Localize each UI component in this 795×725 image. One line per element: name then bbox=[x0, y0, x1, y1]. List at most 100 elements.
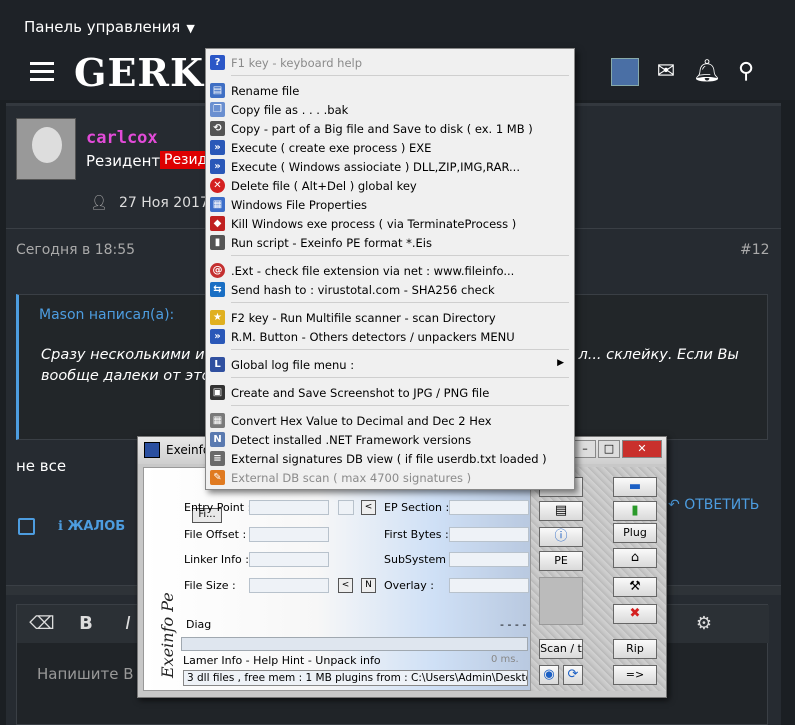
menu-item-multifile-scanner[interactable]: ★ F2 key - Run Multifile scanner - scan D… bbox=[206, 308, 574, 327]
scan-time: 0 ms. bbox=[491, 654, 519, 665]
subsystem-field[interactable] bbox=[449, 552, 529, 567]
post-username[interactable]: carlcox bbox=[86, 128, 158, 148]
user-icon: 👤︎ bbox=[90, 195, 108, 211]
hint-text[interactable]: Lamer Info - Help Hint - Unpack info bbox=[183, 654, 381, 667]
window-title: Exeinfo bbox=[166, 443, 211, 457]
file-size-prev-button[interactable]: < bbox=[338, 578, 353, 593]
file-offset-field[interactable] bbox=[249, 527, 329, 542]
scan-button[interactable]: Scan / t bbox=[539, 639, 583, 659]
next-button[interactable]: => bbox=[613, 665, 657, 685]
info-circle-icon[interactable]: ⓘ bbox=[539, 527, 583, 547]
menu-item-label: External DB scan ( max 4700 signatures ) bbox=[231, 471, 472, 485]
log-icon: L bbox=[210, 357, 225, 372]
menu-item-delete-file[interactable]: ✕ Delete file ( Alt+Del ) global key bbox=[206, 176, 574, 195]
copy-part-icon: ⟲ bbox=[210, 121, 225, 136]
copy-sections-icon[interactable]: ▤ bbox=[539, 501, 583, 521]
gear-icon[interactable]: ⚙ bbox=[689, 611, 719, 637]
rename-icon: ▤ bbox=[210, 83, 225, 98]
home-icon[interactable]: ⌂ bbox=[613, 548, 657, 568]
menu-item-label: Send hash to : virustotal.com - SHA256 c… bbox=[231, 283, 495, 297]
close-icon[interactable]: ✕ bbox=[622, 440, 662, 458]
menu-item-execute-assoc[interactable]: » Execute ( Windows assiociate ) DLL,ZIP,… bbox=[206, 157, 574, 176]
quote-author[interactable]: Mason написал(а): bbox=[39, 307, 174, 323]
rip-button[interactable]: Rip bbox=[613, 639, 657, 659]
menu-item-label: Create and Save Screenshot to JPG / PNG … bbox=[231, 386, 490, 400]
menu-item-rename-file[interactable]: ▤ Rename file bbox=[206, 81, 574, 100]
signal-bars-icon[interactable]: ▮ bbox=[613, 501, 657, 521]
menu-item-label: Convert Hex Value to Decimal and Dec 2 H… bbox=[231, 414, 492, 428]
reply-text: не все bbox=[16, 457, 67, 475]
menu-item-other-detectors[interactable]: » R.M. Button - Others detectors / unpack… bbox=[206, 327, 574, 346]
menu-item-screenshot[interactable]: ▣ Create and Save Screenshot to JPG / PNG… bbox=[206, 383, 574, 402]
bold-button[interactable]: B bbox=[71, 611, 101, 637]
entry-point-prev-button[interactable]: < bbox=[361, 500, 376, 515]
menu-item-label: Copy - part of a Big file and Save to di… bbox=[231, 122, 533, 136]
execute-assoc-icon: » bbox=[210, 159, 225, 174]
menu-item-label: Copy file as . . . .bak bbox=[231, 103, 349, 117]
ep-section-field[interactable] bbox=[449, 500, 529, 515]
refresh-icon[interactable]: ⟳ bbox=[563, 665, 583, 685]
menu-item-virustotal[interactable]: ⇆ Send hash to : virustotal.com - SHA256 … bbox=[206, 280, 574, 299]
select-checkbox[interactable] bbox=[18, 518, 35, 535]
menu-item-execute-exe[interactable]: » Execute ( create exe process ) EXE bbox=[206, 138, 574, 157]
bell-icon[interactable]: 🔔︎ bbox=[693, 59, 721, 85]
search-icon[interactable]: ⚲ bbox=[733, 59, 759, 85]
complain-link[interactable]: ℹ ЖАЛОБ bbox=[58, 519, 125, 534]
menu-item-label: F1 key - keyboard help bbox=[231, 56, 363, 70]
menu-item-db-scan[interactable]: ✎ External DB scan ( max 4700 signatures … bbox=[206, 468, 574, 487]
menu-separator bbox=[231, 302, 569, 303]
file-size-field[interactable] bbox=[249, 578, 329, 593]
post-avatar[interactable] bbox=[16, 118, 76, 180]
menu-item-convert-hex[interactable]: ▦ Convert Hex Value to Decimal and Dec 2 … bbox=[206, 411, 574, 430]
menu-item-check-ext[interactable]: @ .Ext - check file extension via net : w… bbox=[206, 261, 574, 280]
file-offset-label: File Offset : bbox=[184, 528, 247, 541]
menu-item-label: R.M. Button - Others detectors / unpacke… bbox=[231, 330, 515, 344]
folder-icon[interactable]: ▬ bbox=[613, 477, 657, 497]
post-number[interactable]: #12 bbox=[740, 242, 770, 258]
maximize-icon[interactable]: □ bbox=[598, 440, 620, 458]
entry-point-extra[interactable] bbox=[338, 500, 354, 515]
user-avatar[interactable] bbox=[611, 58, 639, 86]
control-panel-menu[interactable]: Панель управления ▼ bbox=[24, 18, 195, 36]
menu-item-label: Execute ( create exe process ) EXE bbox=[231, 141, 432, 155]
globe-icon[interactable]: ◉ bbox=[539, 665, 559, 685]
editor-placeholder: Напишите В bbox=[37, 665, 134, 683]
menu-item-label: Delete file ( Alt+Del ) global key bbox=[231, 179, 417, 193]
joined-date: 27 Ноя 2017 bbox=[119, 195, 209, 211]
menu-item-copy-bak[interactable]: ❐ Copy file as . . . .bak bbox=[206, 100, 574, 119]
eraser-icon[interactable]: ⌫ bbox=[27, 611, 57, 637]
signatures-icon: ≡ bbox=[210, 451, 225, 466]
menu-item-label: Global log file menu : bbox=[231, 358, 355, 372]
reply-button[interactable]: ↶ ОТВЕТИТЬ bbox=[668, 497, 759, 513]
minimize-icon[interactable]: – bbox=[574, 440, 596, 458]
menu-item-label: Kill Windows exe process ( via Terminate… bbox=[231, 217, 517, 231]
menu-item-kill-process[interactable]: ◆ Kill Windows exe process ( via Terminat… bbox=[206, 214, 574, 233]
hamburger-menu-icon[interactable] bbox=[30, 62, 54, 81]
overlay-label: Overlay : bbox=[384, 579, 434, 592]
menu-item-dotnet[interactable]: N Detect installed .NET Framework version… bbox=[206, 430, 574, 449]
linker-info-field[interactable] bbox=[249, 552, 329, 567]
menu-item-file-properties[interactable]: ▦ Windows File Properties bbox=[206, 195, 574, 214]
exeinfo-side-label: Exeinfo Pe bbox=[158, 592, 177, 678]
menu-item-global-log[interactable]: L Global log file menu : ▶ bbox=[206, 355, 574, 374]
diag-dashes: - - - - bbox=[500, 618, 527, 631]
menu-separator bbox=[231, 349, 569, 350]
scanner-icon: ★ bbox=[210, 310, 225, 325]
script-icon: ▮ bbox=[210, 235, 225, 250]
virustotal-icon: ⇆ bbox=[210, 282, 225, 297]
entry-point-field[interactable] bbox=[249, 500, 329, 515]
preview-box bbox=[539, 577, 583, 625]
mail-icon[interactable]: ✉ bbox=[653, 59, 679, 85]
menu-item-run-script[interactable]: ▮ Run script - Exeinfo PE format *.Eis bbox=[206, 233, 574, 252]
plug-button[interactable]: Plug bbox=[613, 523, 657, 543]
file-size-n-button[interactable]: N bbox=[361, 578, 376, 593]
wrench-icon[interactable]: ⚒ bbox=[613, 577, 657, 597]
menu-item-label: Windows File Properties bbox=[231, 198, 368, 212]
menu-item-copy-part[interactable]: ⟲ Copy - part of a Big file and Save to d… bbox=[206, 119, 574, 138]
menu-item-f1-help[interactable]: ? F1 key - keyboard help bbox=[206, 53, 574, 72]
close-x-icon[interactable]: ✖ bbox=[613, 604, 657, 624]
first-bytes-field[interactable] bbox=[449, 527, 529, 542]
pe-button[interactable]: PE bbox=[539, 551, 583, 571]
menu-item-signatures-db[interactable]: ≡ External signatures DB view ( if file u… bbox=[206, 449, 574, 468]
overlay-field[interactable] bbox=[449, 578, 529, 593]
